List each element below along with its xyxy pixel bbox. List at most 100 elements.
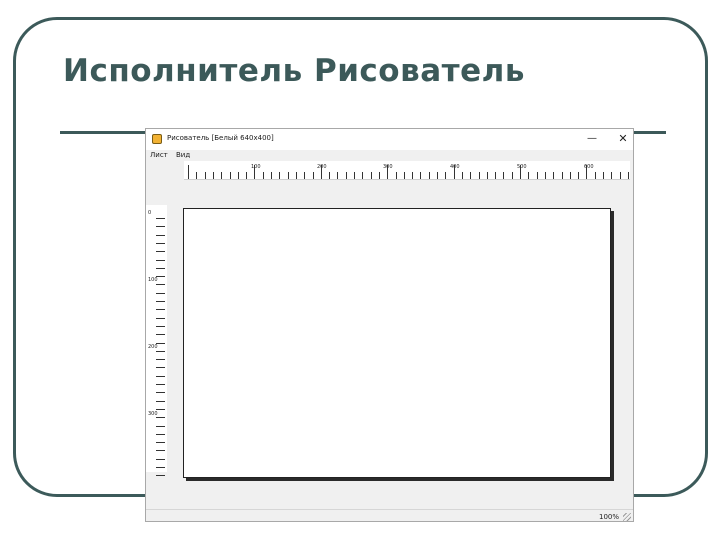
painter-window[interactable]: Рисователь [Белый 640x400] — ✕ Лист Вид … [145,128,634,522]
ruler-tick [320,165,322,179]
ruler-tick [254,165,256,179]
ruler-tick [370,172,372,179]
ruler-tick [387,165,389,179]
minimize-button[interactable]: — [583,131,601,147]
horizontal-ruler: 100 200 300 400 500 600 [184,161,630,180]
ruler-tick [156,251,165,253]
ruler-tick [553,172,555,179]
ruler-tick [156,367,165,369]
ruler-tick [156,276,165,278]
ruler-tick [461,172,463,179]
ruler-tick [578,172,580,179]
ruler-tick [156,359,165,361]
ruler-tick [594,172,596,179]
ruler-top-label: 500 [517,164,527,170]
vertical-ruler: 0 100 200 300 [146,205,167,477]
ruler-tick [561,172,563,179]
title-underline-right [633,131,666,134]
ruler-left-label: 100 [148,277,158,283]
ruler-tick [511,172,513,179]
ruler-top-label: 100 [251,164,261,170]
ruler-tick [603,172,604,179]
ruler-tick [569,172,571,179]
ruler-tick [156,425,165,427]
ruler-tick [329,172,331,179]
ruler-tick [156,342,165,344]
ruler-tick [229,172,231,179]
ruler-tick [395,172,397,179]
ruler-tick [156,467,165,468]
ruler-tick [156,433,165,435]
painter-app-icon [152,134,162,144]
ruler-tick [212,172,214,179]
ruler-tick [156,301,165,302]
ruler-tick [354,172,355,179]
title-underline-left [60,131,152,134]
zoom-level: 100% [598,513,619,521]
menu-item-sheet[interactable]: Лист [150,151,168,159]
ruler-tick [156,317,165,319]
ruler-tick [428,172,430,179]
ruler-tick [156,458,165,460]
ruler-tick [156,267,165,269]
ruler-left-label: 0 [148,210,152,216]
ruler-tick [156,400,165,402]
ruler-tick [478,172,480,179]
close-button[interactable]: ✕ [614,131,632,147]
ruler-tick [237,172,239,179]
ruler-tick [412,172,414,179]
ruler-tick [156,325,165,327]
ruler-tick [304,172,306,179]
ruler-tick [156,218,165,219]
ruler-tick [156,334,165,336]
ruler-tick [520,165,521,179]
ruler-tick [262,172,264,179]
ruler-tick [204,172,206,179]
menu-item-view[interactable]: Вид [176,151,190,159]
ruler-tick [420,172,422,179]
ruler-tick [156,475,165,477]
window-title-bar[interactable]: Рисователь [Белый 640x400] — ✕ [146,129,633,150]
ruler-tick [445,172,447,179]
ruler-tick [287,172,289,179]
ruler-tick [362,172,364,179]
resize-grip[interactable] [623,513,631,521]
ruler-tick [271,172,272,179]
ruler-tick [486,172,488,179]
ruler-tick [544,172,546,179]
ruler-tick [156,309,165,311]
ruler-tick [156,375,165,377]
ruler-tick [337,172,339,179]
ruler-tick [586,165,588,179]
ruler-tick [619,172,621,179]
ruler-tick [295,172,297,179]
ruler-tick [188,165,189,179]
menu-bar: Лист Вид [146,150,633,161]
ruler-tick [156,384,165,385]
ruler-tick [156,242,165,244]
ruler-tick [611,172,613,179]
ruler-tick [196,172,198,179]
ruler-tick [156,450,165,452]
ruler-tick [156,417,165,419]
drawing-sheet[interactable] [183,208,611,478]
ruler-tick [156,442,165,444]
ruler-tick [528,172,530,179]
ruler-tick [495,172,497,179]
ruler-tick [156,284,165,286]
ruler-tick [156,350,165,352]
ruler-tick [156,292,165,294]
ruler-tick [403,172,405,179]
ruler-tick [378,172,380,179]
ruler-tick [470,172,472,179]
ruler-tick [156,234,165,236]
ruler-tick [156,408,165,410]
ruler-tick [279,172,281,179]
slide-title: Исполнитель Рисователь [63,53,525,89]
ruler-tick [437,172,438,179]
ruler-tick [503,172,505,179]
ruler-tick [627,172,629,179]
ruler-tick [156,226,165,228]
ruler-tick [536,172,538,179]
status-bar: 100% [146,509,633,521]
